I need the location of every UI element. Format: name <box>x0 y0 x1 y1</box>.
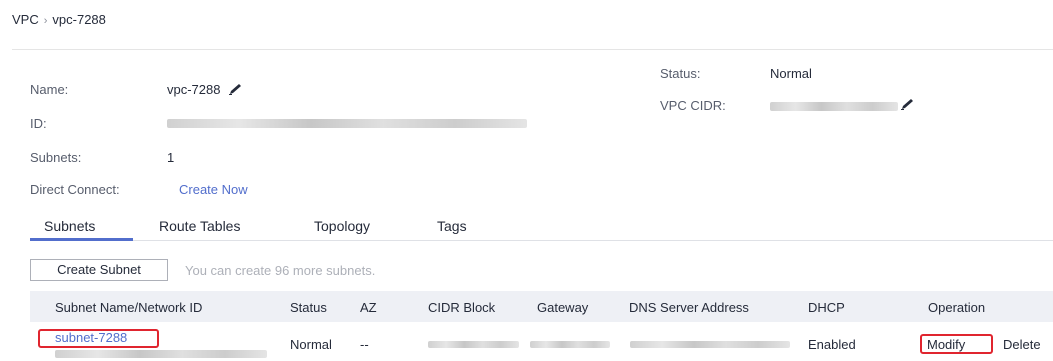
subnet-name-link[interactable]: subnet-7288 <box>55 330 127 345</box>
col-status: Status <box>290 300 327 315</box>
edit-name-icon[interactable] <box>228 83 246 98</box>
vpc-cidr-label: VPC CIDR: <box>660 98 726 113</box>
row-dhcp: Enabled <box>808 337 856 352</box>
breadcrumb-current: vpc-7288 <box>52 12 106 27</box>
modify-link[interactable]: Modify <box>927 337 965 352</box>
vpc-name-text: vpc-7288 <box>167 82 221 97</box>
network-id-redacted <box>55 350 267 358</box>
tab-subnets[interactable]: Subnets <box>44 218 95 234</box>
status-value: Normal <box>770 66 812 81</box>
subnets-count: 1 <box>167 150 175 165</box>
header-divider <box>12 49 1053 50</box>
col-dns-server: DNS Server Address <box>629 300 749 315</box>
col-subnet-name: Subnet Name/Network ID <box>55 300 203 315</box>
tab-route-tables[interactable]: Route Tables <box>159 218 240 234</box>
row-gateway-redacted <box>530 341 610 348</box>
tab-tags[interactable]: Tags <box>437 218 467 234</box>
col-az: AZ <box>360 300 377 315</box>
name-value: vpc-7288 <box>167 82 246 98</box>
create-now-link[interactable]: Create Now <box>179 182 248 197</box>
subnets-label: Subnets: <box>30 150 82 165</box>
subnet-quota-hint: You can create 96 more subnets. <box>185 263 376 278</box>
tab-topology[interactable]: Topology <box>314 218 370 234</box>
id-label: ID: <box>30 116 47 131</box>
col-cidr-block: CIDR Block <box>428 300 496 315</box>
breadcrumb: VPC › vpc-7288 <box>12 12 106 27</box>
col-operation: Operation <box>928 300 986 315</box>
row-az: -- <box>360 337 369 352</box>
tabs-divider <box>30 240 1053 241</box>
name-label: Name: <box>30 82 69 97</box>
delete-link[interactable]: Delete <box>1003 337 1041 352</box>
active-tab-indicator <box>30 238 133 241</box>
row-status: Normal <box>290 337 332 352</box>
col-gateway: Gateway <box>537 300 589 315</box>
row-cidr-redacted <box>428 341 519 348</box>
breadcrumb-separator: › <box>43 15 48 27</box>
create-subnet-button[interactable]: Create Subnet <box>30 259 168 281</box>
direct-connect-label: Direct Connect: <box>30 182 120 197</box>
col-dhcp: DHCP <box>808 300 845 315</box>
status-label: Status: <box>660 66 701 81</box>
row-dns-redacted <box>630 341 790 348</box>
breadcrumb-vpc[interactable]: VPC <box>12 12 39 27</box>
id-value-redacted <box>167 119 527 128</box>
vpc-cidr-value-redacted <box>770 102 898 111</box>
edit-cidr-icon[interactable] <box>900 98 918 113</box>
